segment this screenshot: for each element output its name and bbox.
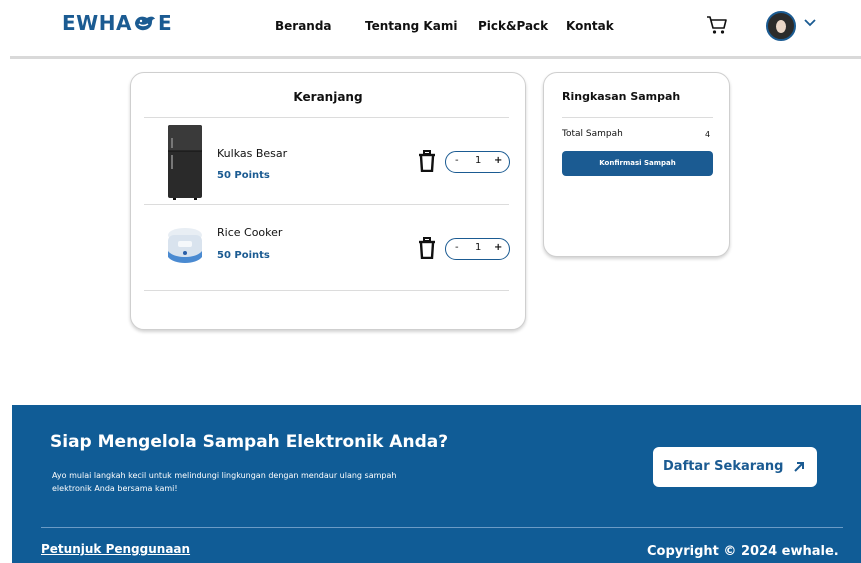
summary-card: Ringkasan Sampah Total Sampah 4 Konfirma… — [543, 72, 730, 257]
ewhale-logo[interactable]: EWHA E — [62, 11, 172, 35]
total-label: Total Sampah — [562, 129, 623, 139]
trash-icon[interactable] — [418, 237, 436, 259]
footer-description: Ayo mulai langkah kecil untuk melindungi… — [52, 471, 397, 493]
increment-button[interactable]: + — [494, 155, 502, 166]
quantity-value: 1 — [475, 155, 482, 166]
footer: Siap Mengelola Sampah Elektronik Anda? A… — [12, 405, 861, 563]
quantity-stepper: - 1 + — [445, 151, 510, 173]
increment-button[interactable]: + — [494, 242, 502, 253]
logo-text-right: E — [157, 11, 173, 35]
footer-divider — [41, 527, 843, 528]
item-name: Kulkas Besar — [217, 147, 288, 160]
register-button[interactable]: Daftar Sekarang — [653, 447, 817, 487]
quantity-value: 1 — [475, 242, 482, 253]
item-name: Rice Cooker — [217, 226, 283, 239]
decrement-button[interactable]: - — [455, 242, 459, 253]
decrement-button[interactable]: - — [455, 155, 459, 166]
header-divider — [10, 56, 861, 59]
rice-cooker-image — [168, 228, 202, 263]
cart-divider — [144, 290, 509, 291]
total-value: 4 — [705, 130, 711, 139]
cart-divider — [144, 117, 509, 118]
trash-icon[interactable] — [418, 150, 436, 172]
summary-divider — [562, 117, 713, 118]
refrigerator-image — [168, 125, 202, 200]
cart-title: Keranjang — [293, 90, 363, 104]
cart-card: Keranjang Kulkas Besar 50 Points - 1 + R… — [130, 72, 526, 330]
nav-kontak[interactable]: Kontak — [566, 19, 614, 33]
nav-pick-and-pack[interactable]: Pick&Pack — [478, 19, 548, 33]
item-points: 50 Points — [217, 170, 270, 181]
cart-icon[interactable] — [706, 15, 728, 35]
arrow-up-right-icon — [794, 462, 804, 472]
whale-logo-icon — [134, 16, 155, 31]
item-points: 50 Points — [217, 250, 270, 261]
logo-text-left: EWHA — [62, 11, 132, 35]
guide-link[interactable]: Petunjuk Penggunaan — [41, 542, 190, 556]
footer-title: Siap Mengelola Sampah Elektronik Anda? — [50, 432, 449, 452]
quantity-stepper: - 1 + — [445, 238, 510, 260]
copyright-text: Copyright © 2024 ewhale. — [647, 544, 839, 559]
nav-tentang-kami[interactable]: Tentang Kami — [365, 19, 457, 33]
avatar[interactable] — [766, 11, 796, 41]
avatar-face — [776, 20, 786, 33]
summary-title: Ringkasan Sampah — [562, 90, 681, 103]
confirm-button[interactable]: Konfirmasi Sampah — [562, 151, 713, 176]
register-button-label: Daftar Sekarang — [663, 459, 784, 474]
nav-beranda[interactable]: Beranda — [275, 19, 332, 33]
chevron-down-icon[interactable] — [804, 18, 816, 28]
top-navbar: EWHA E Beranda Tentang Kami Pick&Pack Ko… — [0, 0, 861, 56]
cart-divider — [144, 204, 509, 205]
